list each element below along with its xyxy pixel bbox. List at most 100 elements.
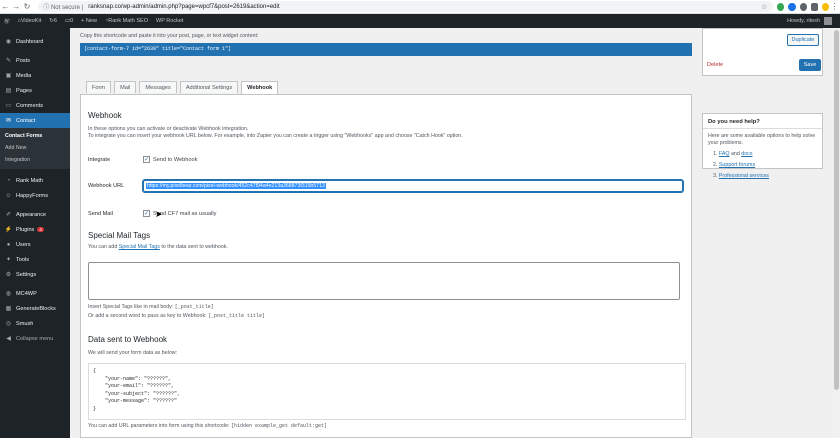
faq-link[interactable]: FAQ (719, 151, 730, 157)
bookmark-star-icon[interactable]: ☆ (761, 3, 767, 11)
page-icon: ▤ (5, 88, 12, 94)
webhook-panel: Webhook In these options you can activat… (80, 94, 692, 438)
comment-icon: ▭ (5, 103, 12, 109)
sidebar-item-plugins[interactable]: ⚡ Plugins 4 (0, 222, 70, 237)
sidebar-item-label: Contact (16, 117, 36, 124)
sidebar-item-comments[interactable]: ▭ Comments (0, 98, 70, 113)
howdy-text: Howdy, ritesh (787, 18, 820, 24)
updates-link[interactable]: ↻ 6 (45, 18, 61, 24)
wp-admin-bar: Ⓦ ⌂ VideoKit ↻ 6 ▭ 0 + New ◔ Rank Math S… (0, 14, 840, 28)
submenu-contact-forms[interactable]: Contact Forms (0, 130, 70, 142)
contact-submenu: Contact Forms Add New Integration (0, 128, 70, 169)
plugins-update-badge: 4 (37, 227, 44, 232)
webhook-url-value: https://my.pixelbear.com/pixel-webhook/4… (146, 183, 326, 189)
desc-text: You can add (88, 244, 119, 250)
webhook-url-row: Webhook URL https://my.pixelbear.com/pix… (88, 180, 683, 192)
security-indicator[interactable]: ⓘ Not secure | (43, 2, 83, 11)
wp-rocket-link[interactable]: WP Rocket (152, 18, 187, 24)
tab-webhook[interactable]: Webhook (241, 81, 279, 94)
sidebar-item-generateblocks[interactable]: ▦ GenerateBlocks (0, 301, 70, 316)
shortcode-field[interactable]: [contact-form-7 id="2639" title="Contact… (80, 43, 692, 56)
support-forums-link[interactable]: Support forums (719, 162, 755, 168)
user-icon: ● (6, 241, 11, 248)
profile-avatar[interactable] (822, 2, 830, 11)
sidebar-item-posts[interactable]: ✎ Posts (0, 53, 70, 68)
special-mail-tags-title: Special Mail Tags (88, 231, 151, 240)
send-mail-checkbox[interactable]: ✓ (143, 210, 150, 217)
comments-link[interactable]: ▭ 0 (61, 18, 77, 24)
sidebar-item-label: Posts (16, 57, 30, 64)
wp-logo-icon[interactable]: Ⓦ (0, 17, 14, 25)
sidebar-item-happyforms[interactable]: ☺ HappyForms (0, 188, 70, 203)
rank-math-link[interactable]: ◔ Rank Math SEO (101, 18, 152, 24)
special-tags-hint-1: Insert Special Tags like in mail body: [… (88, 304, 214, 311)
sidebar-item-label: Media (16, 72, 32, 79)
sidebar-item-contact[interactable]: ✉ Contact (0, 113, 70, 128)
smush-icon: ◎ (5, 321, 12, 327)
save-button[interactable]: Save (799, 59, 821, 71)
tab-form[interactable]: Form (86, 81, 112, 93)
webhook-url-input[interactable]: https://my.pixelbear.com/pixel-webhook/4… (143, 180, 683, 192)
sidebar-item-label: Collapse menu (16, 335, 54, 342)
wrench-icon: ✦ (5, 257, 12, 263)
sidebar-item-users[interactable]: ● Users (0, 237, 70, 252)
extension-icon[interactable] (799, 2, 807, 11)
delete-link[interactable]: Delete (707, 62, 723, 68)
collapse-menu-button[interactable]: ◀ Collapse menu (0, 331, 70, 346)
smile-icon: ☺ (5, 192, 12, 199)
sidebar-item-label: Plugins (16, 226, 35, 233)
tab-mail[interactable]: Mail (114, 81, 137, 93)
sidebar-item-dashboard[interactable]: ◉ Dashboard (0, 34, 70, 49)
sidebar-item-mc4wp[interactable]: ◍ MC4WP (0, 286, 70, 301)
shortcode-panel: Copy this shortcode and paste it into yo… (80, 33, 692, 56)
mc4wp-icon: ◍ (5, 291, 12, 297)
sidebar-item-label: Rank Math (16, 177, 44, 184)
sidebar-item-label: Appearance (16, 211, 47, 218)
integrate-checkbox[interactable]: ✓ (143, 156, 150, 163)
webhook-url-label: Webhook URL (88, 183, 125, 189)
address-bar[interactable]: ⓘ Not secure | ranksnap.co/wp-admin/admi… (38, 1, 774, 12)
send-mail-row: Send Mail ✓ Send CF7 mail as usually (88, 210, 216, 217)
site-name-link[interactable]: ⌂ VideoKit (14, 18, 46, 24)
sidebar-item-label: MC4WP (16, 290, 37, 297)
sidebar-item-smush[interactable]: ◎ Smush (0, 316, 70, 331)
special-tags-hint-2: Or add a second word to pass as key to W… (88, 313, 265, 320)
my-account-link[interactable]: Howdy, ritesh (787, 17, 840, 25)
webhook-title: Webhook (88, 111, 122, 120)
help-title: Do you need help? (703, 114, 822, 129)
sidebar-item-label: Smush (16, 320, 34, 327)
forward-icon[interactable]: → (11, 2, 22, 11)
professional-services-link[interactable]: Professional services (719, 173, 769, 179)
scrollbar-thumb[interactable] (834, 30, 839, 390)
sidebar-item-pages[interactable]: ▤ Pages (0, 83, 70, 98)
sidebar-item-appearance[interactable]: ✐ Appearance (0, 207, 70, 222)
plug-icon: ⚡ (4, 227, 13, 233)
data-sent-json: { "your-name": "??????", "your-email": "… (88, 363, 686, 420)
browser-menu-icon[interactable]: ⋮ (829, 2, 840, 11)
sidebar-item-label: HappyForms (16, 192, 49, 199)
duplicate-button[interactable]: Duplicate (787, 34, 819, 46)
blocks-icon: ▦ (5, 306, 12, 312)
reload-icon[interactable]: ↻ (22, 2, 33, 11)
special-mail-tags-link[interactable]: Special Mail Tags (119, 244, 160, 250)
special-mail-tags-desc: You can add Special Mail Tags to the dat… (88, 244, 228, 251)
docs-link[interactable]: docs (741, 151, 752, 157)
sidebar-item-tools[interactable]: ✦ Tools (0, 252, 70, 267)
sidebar-item-media[interactable]: ▣ Media (0, 68, 70, 83)
extension-icon[interactable] (777, 2, 785, 11)
form-editor-tabs: Form Mail Messages Additional Settings W… (86, 81, 281, 94)
help-box: Do you need help? Here are some availabl… (702, 113, 823, 179)
submenu-add-new[interactable]: Add New (0, 142, 70, 154)
page-scrollbar[interactable] (833, 28, 840, 438)
tab-additional-settings[interactable]: Additional Settings (179, 81, 239, 93)
submenu-integration[interactable]: Integration (0, 154, 70, 166)
extensions-puzzle-icon[interactable] (810, 2, 819, 11)
sidebar-item-settings[interactable]: ⚙ Settings (0, 267, 70, 282)
extension-icon[interactable] (788, 2, 796, 11)
special-mail-tags-textarea[interactable] (88, 262, 680, 300)
new-content-link[interactable]: + New (77, 18, 101, 24)
comments-count: 0 (70, 18, 74, 24)
back-icon[interactable]: ← (0, 2, 11, 11)
tab-messages[interactable]: Messages (139, 81, 177, 93)
sidebar-item-rank-math[interactable]: ◔ Rank Math (0, 173, 70, 188)
